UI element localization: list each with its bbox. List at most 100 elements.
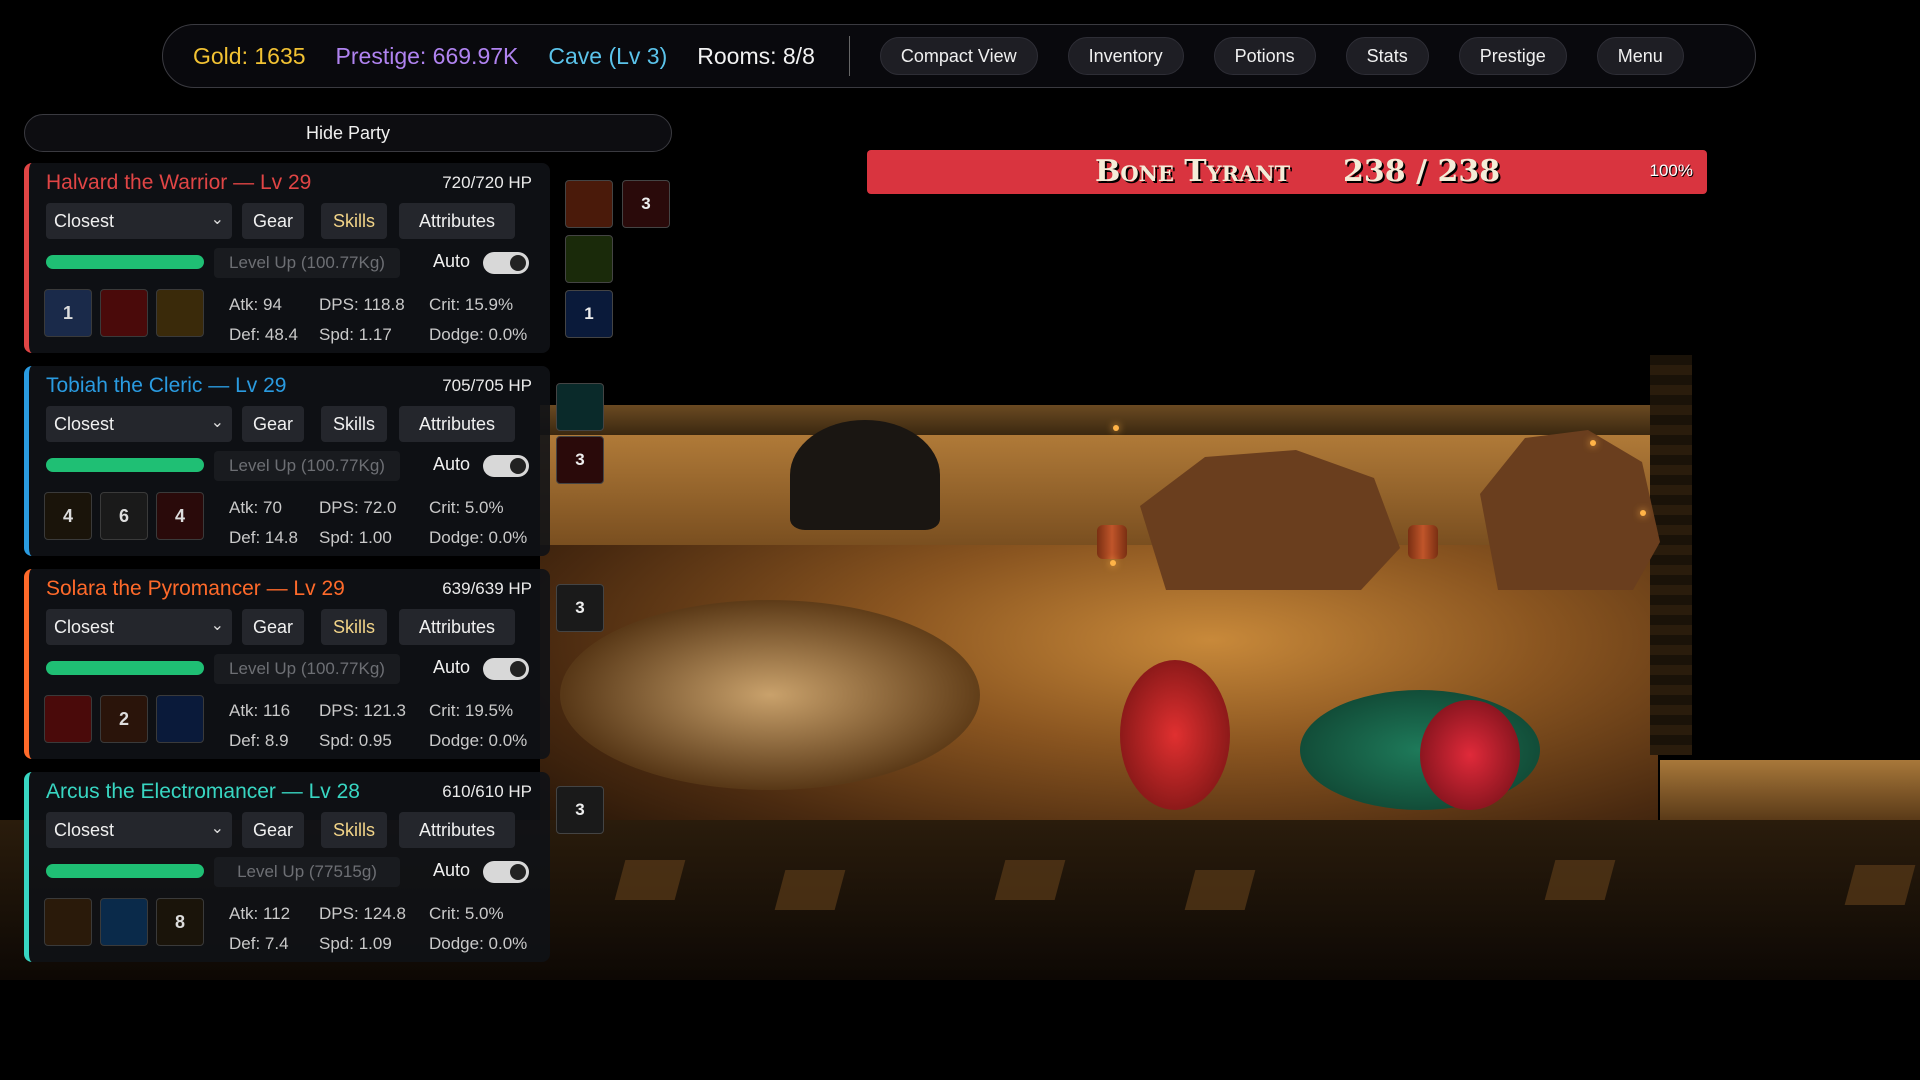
skill-icon[interactable]: 2 xyxy=(100,695,148,743)
xp-bar xyxy=(46,661,204,675)
spd-stat: Spd: 1.00 xyxy=(319,528,392,547)
cave-pillar xyxy=(1650,355,1692,755)
gear-button[interactable]: Gear xyxy=(242,406,304,442)
boss-name: Bone Tyrant xyxy=(1095,154,1291,189)
spd-stat: Spd: 1.09 xyxy=(319,934,392,953)
top-hud-bar: Gold: 1635 Prestige: 669.97K Cave (Lv 3)… xyxy=(162,24,1756,88)
spd-stat: Spd: 1.17 xyxy=(319,325,392,344)
xp-bar xyxy=(46,255,204,269)
level-up-button[interactable]: Level Up (77515g) xyxy=(214,857,400,887)
target-select[interactable]: Closest ⌄ xyxy=(46,406,232,442)
hero-card: Halvard the Warrior — Lv 29 720/720 HP C… xyxy=(24,163,550,353)
target-select-value: Closest xyxy=(54,210,115,231)
compact-view-button[interactable]: Compact View xyxy=(879,37,1038,75)
attributes-button[interactable]: Attributes xyxy=(399,203,515,239)
chevron-down-icon: ⌄ xyxy=(210,211,224,228)
attributes-button[interactable]: Attributes xyxy=(399,406,515,442)
boss-hp: 238 / 238 xyxy=(1343,154,1501,189)
skills-button[interactable]: Skills xyxy=(321,203,387,239)
buff-icon: 3 xyxy=(556,786,604,834)
target-select-value: Closest xyxy=(54,616,115,637)
skill-icon[interactable] xyxy=(100,898,148,946)
auto-label: Auto xyxy=(433,454,471,474)
hide-party-button[interactable]: Hide Party xyxy=(24,114,672,152)
buff-icon: 3 xyxy=(556,436,604,484)
crit-stat: Crit: 5.0% xyxy=(429,498,504,517)
hero-hp: 610/610 HP xyxy=(442,782,532,801)
skill-icon[interactable] xyxy=(44,695,92,743)
atk-stat: Atk: 70 xyxy=(229,498,282,517)
boss-hp-percent: 100% xyxy=(1649,161,1693,180)
def-stat: Def: 48.4 xyxy=(229,325,298,344)
auto-toggle[interactable] xyxy=(483,861,529,883)
boss-health-bar: Bone Tyrant 238 / 238 100% xyxy=(867,150,1707,194)
skill-icon[interactable] xyxy=(156,289,204,337)
skill-icon[interactable]: 6 xyxy=(100,492,148,540)
spd-stat: Spd: 0.95 xyxy=(319,731,392,750)
attributes-button[interactable]: Attributes xyxy=(399,812,515,848)
skill-icon[interactable] xyxy=(100,289,148,337)
atk-stat: Atk: 94 xyxy=(229,295,282,314)
hero-name: Solara the Pyromancer — Lv 29 xyxy=(46,577,345,600)
hero-card: Arcus the Electromancer — Lv 28 610/610 … xyxy=(24,772,550,962)
level-up-button[interactable]: Level Up (100.77Kg) xyxy=(214,451,400,481)
hero-card: Solara the Pyromancer — Lv 29 639/639 HP… xyxy=(24,569,550,759)
dodge-stat: Dodge: 0.0% xyxy=(429,731,528,750)
skills-button[interactable]: Skills xyxy=(321,609,387,645)
skeleton-horde xyxy=(560,600,980,790)
auto-toggle[interactable] xyxy=(483,252,529,274)
gear-button[interactable]: Gear xyxy=(242,203,304,239)
skill-icon[interactable]: 1 xyxy=(44,289,92,337)
dodge-stat: Dodge: 0.0% xyxy=(429,528,528,547)
crit-stat: Crit: 19.5% xyxy=(429,701,514,720)
attributes-button[interactable]: Attributes xyxy=(399,609,515,645)
skill-icon[interactable]: 4 xyxy=(156,492,204,540)
target-select-value: Closest xyxy=(54,413,115,434)
hero-hp: 639/639 HP xyxy=(442,579,532,598)
prestige-button[interactable]: Prestige xyxy=(1458,37,1567,75)
target-select-value: Closest xyxy=(54,819,115,840)
hero-hp: 705/705 HP xyxy=(442,376,532,395)
xp-bar xyxy=(46,458,204,472)
skills-button[interactable]: Skills xyxy=(321,406,387,442)
zone-label: Cave (Lv 3) xyxy=(548,42,668,69)
buff-icon xyxy=(565,180,613,228)
target-select[interactable]: Closest ⌄ xyxy=(46,812,232,848)
rooms-counter: Rooms: 8/8 xyxy=(697,42,815,69)
target-select[interactable]: Closest ⌄ xyxy=(46,203,232,239)
skill-icon[interactable] xyxy=(156,695,204,743)
red-hooded-enemy xyxy=(1420,700,1520,810)
cave-wall-top xyxy=(540,405,1658,435)
crit-stat: Crit: 5.0% xyxy=(429,904,504,923)
level-up-button[interactable]: Level Up (100.77Kg) xyxy=(214,654,400,684)
cave-corridor xyxy=(1660,760,1920,820)
atk-stat: Atk: 116 xyxy=(229,701,291,720)
barrel xyxy=(1408,525,1438,559)
buff-icon: 3 xyxy=(622,180,670,228)
auto-label: Auto xyxy=(433,860,471,880)
inventory-button[interactable]: Inventory xyxy=(1067,37,1184,75)
prestige-counter: Prestige: 669.97K xyxy=(335,42,519,69)
stats-button[interactable]: Stats xyxy=(1345,37,1429,75)
chevron-down-icon: ⌄ xyxy=(210,414,224,431)
skill-icon[interactable]: 4 xyxy=(44,492,92,540)
target-select[interactable]: Closest ⌄ xyxy=(46,609,232,645)
def-stat: Def: 8.9 xyxy=(229,731,289,750)
auto-toggle[interactable] xyxy=(483,455,529,477)
skills-button[interactable]: Skills xyxy=(321,812,387,848)
skill-icon[interactable] xyxy=(44,898,92,946)
gear-button[interactable]: Gear xyxy=(242,609,304,645)
potions-button[interactable]: Potions xyxy=(1213,37,1316,75)
menu-button[interactable]: Menu xyxy=(1596,37,1684,75)
level-up-button[interactable]: Level Up (100.77Kg) xyxy=(214,248,400,278)
hero-hp: 720/720 HP xyxy=(442,173,532,192)
divider xyxy=(848,36,850,76)
crit-stat: Crit: 15.9% xyxy=(429,295,514,314)
gear-button[interactable]: Gear xyxy=(242,812,304,848)
gold-counter: Gold: 1635 xyxy=(193,42,306,69)
auto-toggle[interactable] xyxy=(483,658,529,680)
auto-label: Auto xyxy=(433,251,471,271)
dps-stat: DPS: 121.3 xyxy=(319,701,406,720)
chevron-down-icon: ⌄ xyxy=(210,820,224,837)
skill-icon[interactable]: 8 xyxy=(156,898,204,946)
